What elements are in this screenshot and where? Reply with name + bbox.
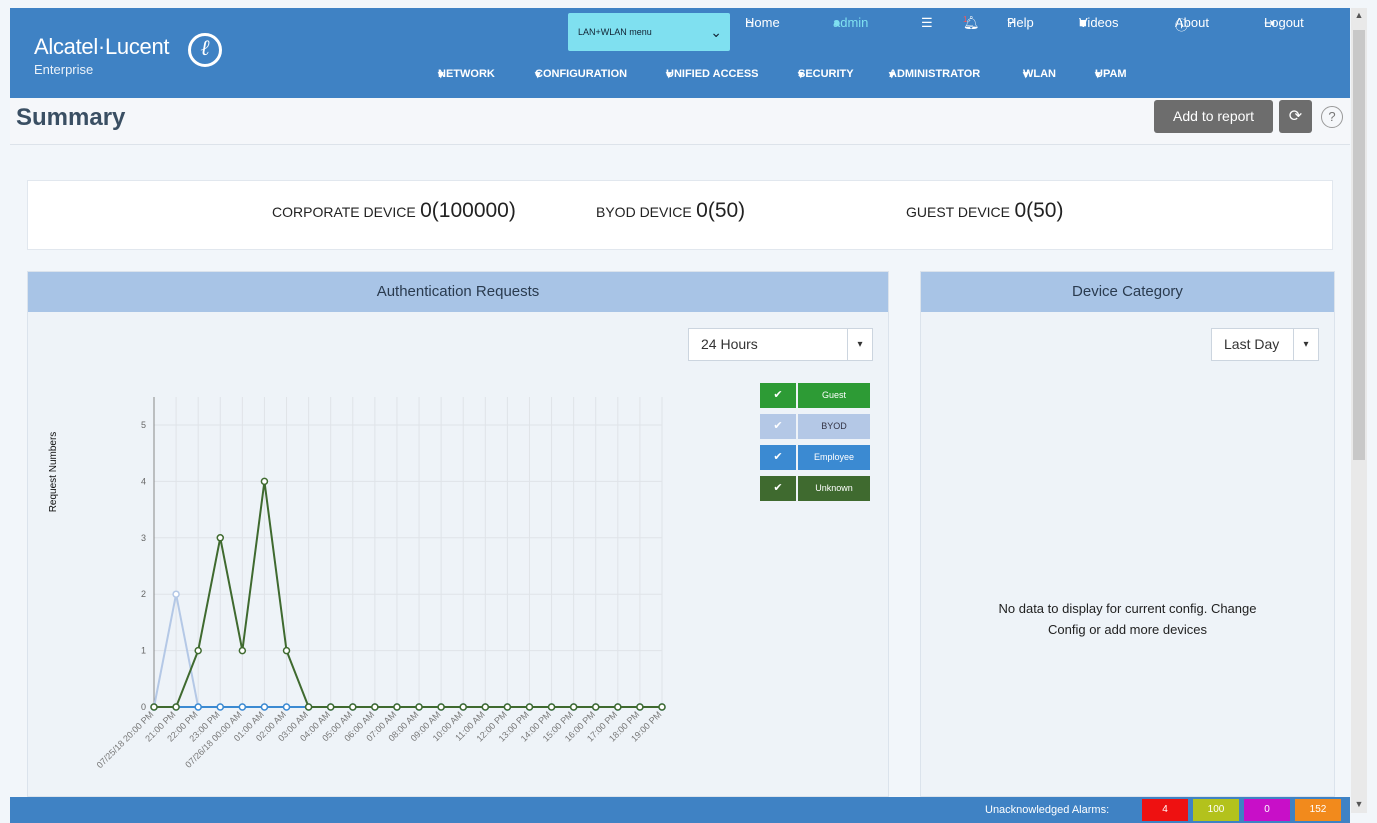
data-point-unknown [393,703,401,711]
data-point-unknown [591,703,600,711]
alarm-minor-count[interactable]: 0 [1244,799,1290,821]
device-range-select[interactable]: Last Day ▾ [1211,328,1319,361]
brand-emblem-icon: ℓ [188,33,222,67]
nav-configuration[interactable]: CONFIGURATION ▾ [535,68,627,81]
data-point-unknown [326,703,335,711]
data-point-unknown [658,703,666,711]
device-category-title: Device Category [921,272,1334,312]
data-point-unknown [260,477,269,486]
refresh-icon: ⟳ [1288,108,1303,125]
guest-device-stat: GUEST DEVICE 0(50) [906,199,1063,223]
alarm-critical-count[interactable]: 4 [1142,799,1188,821]
y-axis-label: Request Numbers [48,432,59,513]
byod-device-label: BYOD DEVICE [596,204,692,220]
y-tick-label: 4 [141,476,146,486]
data-point-employee [216,703,225,711]
auth-requests-title: Authentication Requests [28,272,888,312]
guest-device-label: GUEST DEVICE [906,204,1010,220]
nav-unified-access[interactable]: UNIFIED ACCESS ▾ [666,68,759,81]
data-point-unknown [459,703,467,711]
add-to-report-button[interactable]: Add to report [1154,100,1273,133]
data-point-unknown [371,703,379,711]
help-button[interactable]: ? [1321,106,1343,128]
byod-device-value: 0(50) [696,199,746,222]
scroll-up-arrow-icon[interactable]: ▲ [1351,10,1367,24]
app-window: Alcatel·Lucent Enterprise ℓ LAN+WLAN men… [0,0,1377,823]
page-scrollbar[interactable]: ▲ ▼ [1351,8,1367,813]
brand-name: Alcatel·Lucent [34,34,170,59]
nav-wlan[interactable]: WLAN ▾ [1023,68,1056,81]
nav-security[interactable]: SECURITY ▾ [798,68,854,81]
page-title: Summary [16,104,126,131]
data-point-employee [282,703,291,711]
nav-network[interactable]: NETWORK ▾ [438,68,495,81]
y-tick-label: 3 [141,533,146,543]
lan-wlan-menu-select[interactable]: LAN+WLAN menu ⌄ [568,13,730,51]
data-point-unknown [349,703,357,711]
top-navbar: Alcatel·Lucent Enterprise ℓ LAN+WLAN men… [10,8,1350,98]
alarms-label: Unacknowledged Alarms: [985,804,1110,816]
data-point-unknown [481,703,490,711]
auth-requests-panel: Authentication Requests 24 Hours ▾ ✔ Gue… [27,271,889,797]
data-point-unknown [172,703,180,711]
scrollbar-thumb[interactable] [1353,30,1365,460]
page-title-bar: Summary Add to report ⟳ ? [10,98,1350,145]
data-point-unknown [569,703,578,711]
data-point-unknown [525,703,534,711]
no-data-message: No data to display for current config. C… [920,598,1335,640]
brand-logo[interactable]: Alcatel·Lucent Enterprise [34,34,170,77]
footer-bar: Unacknowledged Alarms: 4 100 0 152 [10,797,1350,823]
list-icon[interactable]: ☰ [921,15,933,31]
data-point-unknown [194,646,202,655]
brand-subtitle: Enterprise [34,62,94,77]
y-tick-label: 0 [141,702,146,712]
nav-administrator[interactable]: ADMINISTRATOR ▾ [889,68,980,81]
device-range-value: Last Day [1224,336,1280,352]
data-point-unknown [282,646,291,655]
data-point-unknown [415,703,423,711]
data-point-unknown [614,703,622,711]
y-tick-label: 2 [141,589,146,599]
corporate-device-stat: CORPORATE DEVICE 0(100000) [272,199,516,223]
data-point-unknown [304,703,313,711]
data-point-unknown [547,703,556,711]
data-point-unknown [636,703,644,711]
corporate-device-value: 0(100000) [420,199,516,222]
device-category-panel: Device Category Last Day ▾ [920,271,1335,797]
y-tick-label: 1 [141,646,146,656]
alarm-major-count[interactable]: 100 [1193,799,1239,821]
auth-requests-chart: Request Numbers 01234507/25/18 20:00 PM2… [48,397,666,770]
refresh-button[interactable]: ⟳ [1279,100,1312,133]
data-point-employee [194,703,202,711]
notification-bell[interactable]: 🔔︎ 1 [963,15,980,30]
guest-device-value: 0(50) [1014,199,1064,222]
data-point-employee [238,703,247,711]
chevron-down-icon: ⌄ [710,24,722,40]
data-point-unknown [150,703,158,711]
byod-device-stat: BYOD DEVICE 0(50) [596,199,745,223]
no-data-line-1: No data to display for current config. C… [998,601,1257,616]
lan-wlan-menu-label: LAN+WLAN menu [578,27,652,37]
alarm-warning-count[interactable]: 152 [1295,799,1341,821]
y-tick-label: 5 [141,420,146,430]
data-point-unknown [238,646,247,655]
caret-down-icon: ▾ [1293,329,1318,360]
data-point-unknown [437,703,445,711]
no-data-line-2: Config or add more devices [1048,622,1207,637]
corporate-device-label: CORPORATE DEVICE [272,204,416,220]
nav-upam[interactable]: UPAM ▾ [1095,68,1127,81]
data-point-unknown [216,534,225,542]
scroll-down-arrow-icon[interactable]: ▼ [1351,799,1367,813]
data-point-unknown [503,703,512,711]
data-point-employee [260,703,269,711]
data-point-byod [172,590,180,598]
bell-icon: 🔔︎ [963,15,980,30]
device-stats-card: CORPORATE DEVICE 0(100000) BYOD DEVICE 0… [27,180,1333,250]
